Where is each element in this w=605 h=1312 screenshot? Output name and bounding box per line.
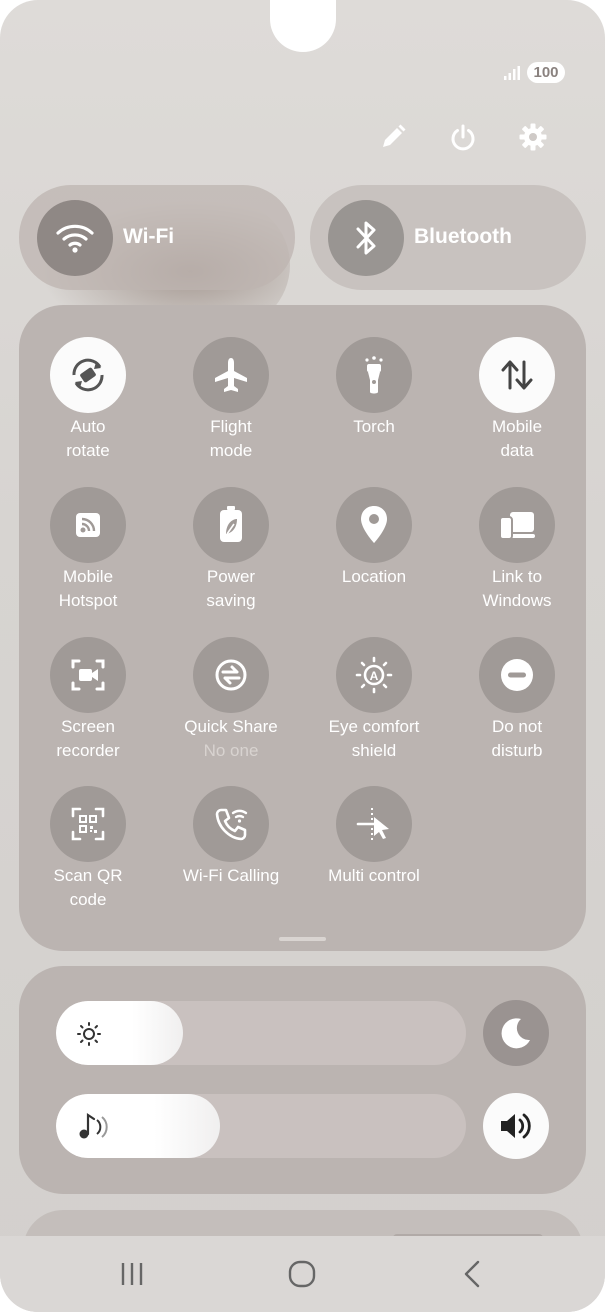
eye-comfort-icon: A: [336, 637, 412, 713]
tile-flight-mode[interactable]: Flight mode: [161, 337, 301, 463]
home-icon: [288, 1260, 316, 1288]
signal-bars-icon: [504, 65, 520, 80]
battery-level: 100: [527, 62, 565, 83]
bluetooth-toggle[interactable]: Bluetooth: [310, 185, 586, 290]
tile-location[interactable]: Location: [304, 487, 444, 589]
hotspot-icon: [50, 487, 126, 563]
tile-do-not-disturb[interactable]: Do not disturb: [447, 637, 587, 763]
tile-label-2: disturb: [491, 741, 543, 760]
tile-label-1: Flight: [210, 417, 252, 436]
tile-scan-qr-code[interactable]: Scan QR code: [18, 786, 158, 912]
power-icon[interactable]: [447, 118, 479, 156]
sound-mode-button[interactable]: [483, 1093, 549, 1159]
bluetooth-label: Bluetooth: [414, 225, 512, 248]
tile-power-saving[interactable]: Power saving: [161, 487, 301, 613]
back-button[interactable]: [432, 1254, 512, 1294]
tile-torch[interactable]: Torch: [304, 337, 444, 439]
tile-mobile-data[interactable]: Mobile data: [447, 337, 587, 463]
tile-label-1: Wi-Fi Calling: [182, 866, 280, 885]
tile-label-2: saving: [206, 591, 256, 610]
tile-label-2: code: [69, 890, 107, 909]
svg-text:A: A: [370, 669, 379, 683]
tile-label-1: Power: [206, 567, 256, 586]
battery-leaf-icon: [193, 487, 269, 563]
tile-label-1: Location: [341, 567, 407, 586]
wifi-toggle[interactable]: Wi-Fi: [19, 185, 295, 290]
tile-label-2: data: [500, 441, 534, 460]
tile-eye-comfort-shield[interactable]: A Eye comfort shield: [304, 637, 444, 763]
brightness-slider[interactable]: [56, 1001, 466, 1065]
quick-settings-screen: 100 Wi-Fi Bluetooth Auto rotate Flight m…: [0, 0, 605, 1312]
quick-share-icon: [193, 637, 269, 713]
tile-wifi-calling[interactable]: Wi-Fi Calling: [161, 786, 301, 888]
music-note-icon: [79, 1112, 108, 1139]
wifi-calling-icon: [193, 786, 269, 862]
tile-label-1: Screen: [61, 717, 115, 736]
tile-mobile-hotspot[interactable]: Mobile Hotspot: [18, 487, 158, 613]
tile-screen-recorder[interactable]: Screen recorder: [18, 637, 158, 763]
do-not-disturb-icon: [479, 637, 555, 713]
bluetooth-icon: [328, 200, 404, 276]
tile-label-2: Windows: [482, 591, 552, 610]
mobile-data-icon: [479, 337, 555, 413]
tile-sublabel: No one: [203, 741, 259, 760]
wifi-icon: [37, 200, 113, 276]
tile-label-1: Quick Share: [184, 717, 278, 736]
tile-label-1: Link to: [491, 567, 543, 586]
recents-button[interactable]: [92, 1254, 172, 1294]
sliders-panel: [19, 966, 586, 1194]
pencil-edit-icon[interactable]: [377, 118, 409, 156]
airplane-icon: [193, 337, 269, 413]
tile-label-2: mode: [209, 441, 253, 460]
location-pin-icon: [336, 487, 412, 563]
camera-notch: [270, 0, 336, 52]
link-to-windows-icon: [479, 487, 555, 563]
panel-expand-handle[interactable]: [279, 937, 326, 941]
status-bar: 100: [503, 62, 565, 83]
top-actions: [377, 118, 549, 156]
tile-label-1: Multi control: [328, 866, 420, 885]
back-icon: [464, 1260, 480, 1288]
navigation-bar: [0, 1236, 605, 1312]
flashlight-icon: [336, 337, 412, 413]
home-button[interactable]: [262, 1254, 342, 1294]
tile-label-1: Scan QR: [53, 866, 123, 885]
tile-multi-control[interactable]: Multi control: [304, 786, 444, 888]
tile-label-1: Auto: [70, 417, 106, 436]
tile-label-2: recorder: [56, 741, 120, 760]
dark-mode-button[interactable]: [483, 1000, 549, 1066]
tile-label-2: Hotspot: [58, 591, 118, 610]
tile-auto-rotate[interactable]: Auto rotate: [18, 337, 158, 463]
tile-label-1: Mobile: [491, 417, 543, 436]
volume-slider[interactable]: [56, 1094, 466, 1158]
multi-control-icon: [336, 786, 412, 862]
qr-scan-icon: [50, 786, 126, 862]
speaker-volume-icon: [501, 1113, 531, 1139]
tile-label-2: rotate: [66, 441, 110, 460]
tile-link-to-windows[interactable]: Link to Windows: [447, 487, 587, 613]
tile-label-1: Do not: [491, 717, 543, 736]
gear-settings-icon[interactable]: [517, 118, 549, 156]
sun-icon: [77, 1022, 101, 1046]
screen-recorder-icon: [50, 637, 126, 713]
tile-quick-share[interactable]: Quick Share No one: [161, 637, 301, 763]
moon-dark-mode-icon: [501, 1018, 530, 1049]
tile-label-1: Mobile: [62, 567, 114, 586]
wifi-label: Wi-Fi: [123, 225, 175, 248]
recents-icon: [121, 1263, 143, 1285]
tile-label-1: Torch: [353, 417, 395, 436]
auto-rotate-icon: [50, 337, 126, 413]
tile-label-2: shield: [351, 741, 397, 760]
tile-label-1: Eye comfort: [328, 717, 420, 736]
